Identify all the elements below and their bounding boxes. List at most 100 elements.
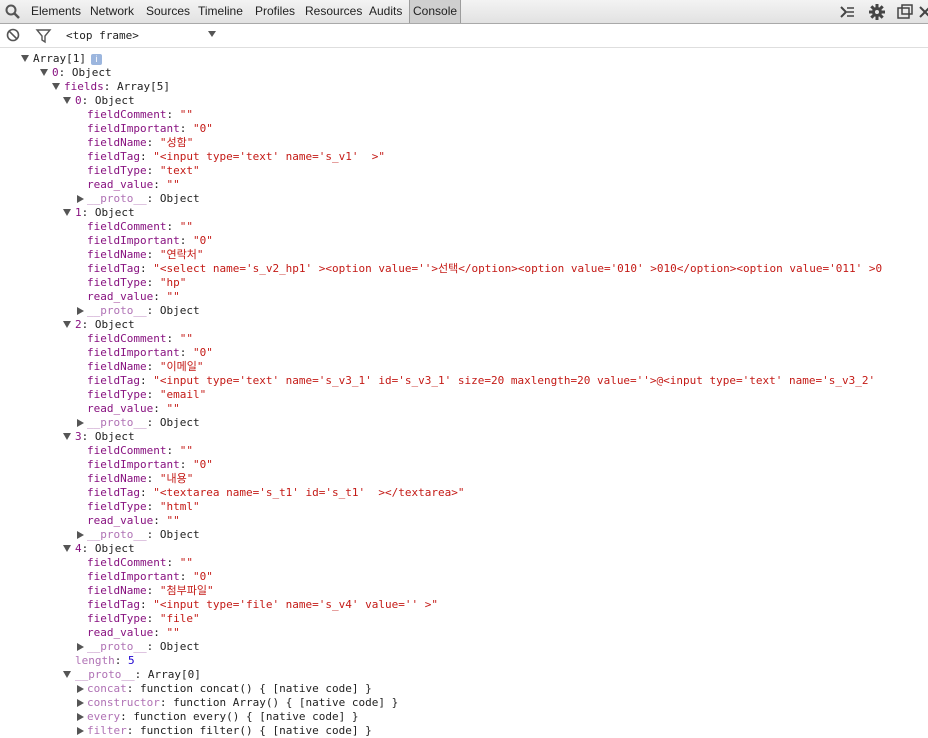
console-tree-row[interactable]: __proto__: Object <box>0 304 928 318</box>
disclosure-expanded-icon[interactable] <box>63 433 71 440</box>
tab-elements[interactable]: Elements <box>28 0 84 23</box>
clear-console-icon[interactable] <box>5 27 23 45</box>
value-text: : <box>179 570 193 583</box>
console-tree-text: fieldName: "내용" <box>87 472 193 486</box>
console-tree-row[interactable]: __proto__: Object <box>0 192 928 206</box>
property-key: fieldComment <box>87 556 167 569</box>
console-tree-text: 4: Object <box>75 542 135 556</box>
string-value: "html" <box>159 500 200 513</box>
dock-icon[interactable] <box>896 3 914 21</box>
string-value: "" <box>179 108 193 121</box>
console-tree-row[interactable]: 0: Object <box>0 66 928 80</box>
console-tree-row[interactable]: Array[1] i <box>0 52 928 66</box>
console-tree-text: length: 5 <box>75 654 135 668</box>
disclosure-expanded-icon[interactable] <box>52 83 60 90</box>
tab-profiles[interactable]: Profiles <box>252 0 298 23</box>
property-key: __proto__ <box>87 640 147 653</box>
property-key: __proto__ <box>75 668 135 681</box>
console-tree-text: fieldType: "email" <box>87 388 206 402</box>
console-tree-row[interactable]: 3: Object <box>0 430 928 444</box>
gear-icon[interactable] <box>868 3 886 21</box>
console-tree-row[interactable]: every: function every() { [native code] … <box>0 710 928 724</box>
property-key: fieldType <box>87 612 147 625</box>
value-text: : <box>166 444 180 457</box>
console-tree-row[interactable]: __proto__: Object <box>0 528 928 542</box>
value-text: : <box>114 654 128 667</box>
console-tree-row: fieldTag: "<textarea name='s_t1' id='s_t… <box>0 486 928 500</box>
disclosure-expanded-icon[interactable] <box>63 321 71 328</box>
console-tree-text: fieldComment: "" <box>87 444 193 458</box>
console-tree-row[interactable]: concat: function concat() { [native code… <box>0 682 928 696</box>
search-icon[interactable] <box>4 3 22 21</box>
console-tree-row: fieldType: "file" <box>0 612 928 626</box>
console-tree-row[interactable]: filter: function filter() { [native code… <box>0 724 928 738</box>
disclosure-collapsed-icon[interactable] <box>77 685 84 693</box>
value-text: : <box>179 346 193 359</box>
tab-timeline[interactable]: Timeline <box>195 0 246 23</box>
tab-network[interactable]: Network <box>87 0 137 23</box>
console-tree-row[interactable]: __proto__: Object <box>0 640 928 654</box>
console-tree-text: fieldImportant: "0" <box>87 122 213 136</box>
disclosure-collapsed-icon[interactable] <box>77 727 84 735</box>
console-tree-row[interactable]: 2: Object <box>0 318 928 332</box>
console-tree-row[interactable]: __proto__: Array[0] <box>0 668 928 682</box>
console-tree-row[interactable]: __proto__: Object <box>0 416 928 430</box>
disclosure-expanded-icon[interactable] <box>63 545 71 552</box>
value-text: : Object <box>81 94 135 107</box>
value-text: : <box>146 612 160 625</box>
value-text: : Array[5] <box>103 80 170 93</box>
console-tree-row[interactable]: 1: Object <box>0 206 928 220</box>
string-value: "" <box>179 444 193 457</box>
tab-console[interactable]: Console <box>409 0 462 23</box>
console-tree-row: fieldTag: "<input type='text' name='s_v3… <box>0 374 928 388</box>
property-key: fieldComment <box>87 108 167 121</box>
tab-audits[interactable]: Audits <box>366 0 405 23</box>
string-value: "<input type='text' name='s_v3_1' id='s_… <box>153 374 876 387</box>
disclosure-collapsed-icon[interactable] <box>77 713 84 721</box>
console-tree-row[interactable]: 4: Object <box>0 542 928 556</box>
console-tree-row: fieldComment: "" <box>0 444 928 458</box>
value-text: : Object <box>81 430 135 443</box>
filter-icon[interactable] <box>35 27 53 45</box>
console-tree-row: fieldName: "성함" <box>0 136 928 150</box>
property-key: fieldName <box>87 136 147 149</box>
console-tree-row: fieldName: "연락처" <box>0 248 928 262</box>
value-text: : Object <box>146 416 200 429</box>
disclosure-collapsed-icon[interactable] <box>77 307 84 315</box>
string-value: "" <box>166 290 180 303</box>
disclosure-collapsed-icon[interactable] <box>77 643 84 651</box>
drawer-toggle-icon[interactable] <box>838 3 856 21</box>
disclosure-expanded-icon[interactable] <box>40 69 48 76</box>
chevron-down-icon[interactable] <box>208 31 216 37</box>
property-key: fields <box>64 80 104 93</box>
value-text: : Object <box>146 528 200 541</box>
disclosure-expanded-icon[interactable] <box>63 97 71 104</box>
value-text: : <box>146 360 160 373</box>
tab-resources[interactable]: Resources <box>302 0 365 23</box>
value-text: : Array[0] <box>134 668 201 681</box>
console-tree-row[interactable]: constructor: function Array() { [native … <box>0 696 928 710</box>
console-tree-row[interactable]: fields: Array[5] <box>0 80 928 94</box>
disclosure-collapsed-icon[interactable] <box>77 419 84 427</box>
console-tree-row: fieldType: "html" <box>0 500 928 514</box>
disclosure-collapsed-icon[interactable] <box>77 531 84 539</box>
tab-sources[interactable]: Sources <box>143 0 193 23</box>
console-tree-text: fieldImportant: "0" <box>87 234 213 248</box>
frame-select[interactable]: <top frame> <box>66 27 226 45</box>
string-value: "" <box>179 332 193 345</box>
console-tree-text: fieldTag: "<input type='file' name='s_v4… <box>87 598 438 612</box>
value-text: : <box>139 262 154 275</box>
disclosure-expanded-icon[interactable] <box>63 209 71 216</box>
info-icon: i <box>90 53 102 65</box>
disclosure-expanded-icon[interactable] <box>63 671 71 678</box>
property-key: __proto__ <box>87 416 147 429</box>
console-tree-text: fieldType: "hp" <box>87 276 186 290</box>
disclosure-collapsed-icon[interactable] <box>77 699 84 707</box>
console-tree-row[interactable]: 0: Object <box>0 94 928 108</box>
disclosure-expanded-icon[interactable] <box>21 55 29 62</box>
close-icon[interactable] <box>918 3 928 21</box>
console-tree-text: Array[1] i <box>33 52 102 66</box>
console-tree-row: fieldType: "text" <box>0 164 928 178</box>
console-tree-text: fieldImportant: "0" <box>87 458 213 472</box>
disclosure-collapsed-icon[interactable] <box>77 195 84 203</box>
